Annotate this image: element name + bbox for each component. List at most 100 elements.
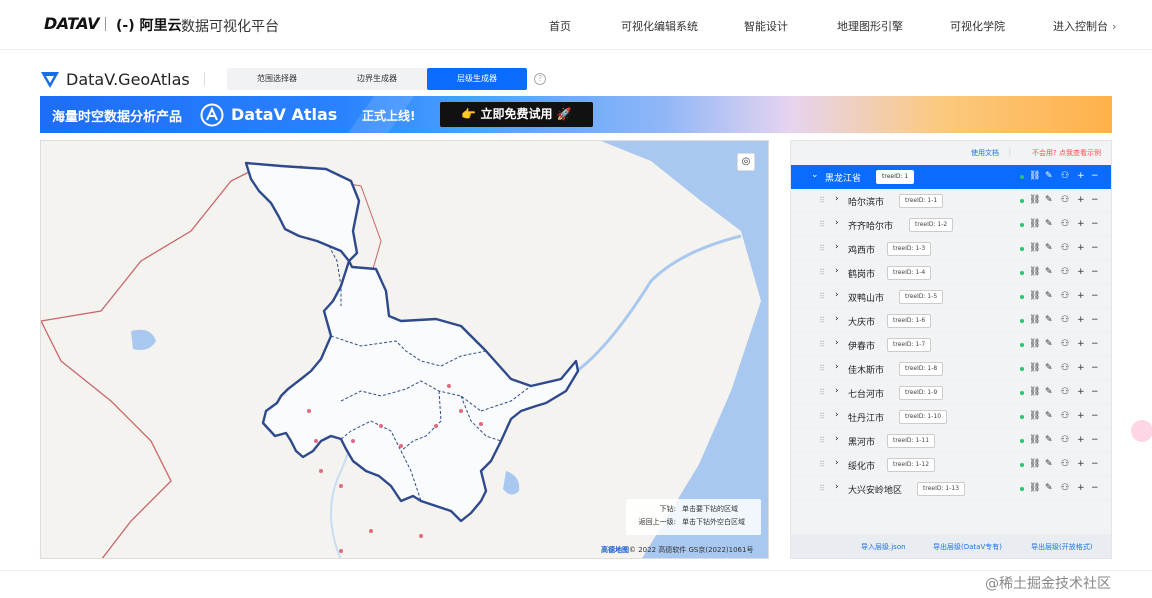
add-icon[interactable]: + — [1077, 411, 1085, 421]
nav-smart-design[interactable]: 智能设计 — [744, 18, 788, 34]
unlink-icon[interactable]: ⛓ — [1029, 243, 1040, 253]
chevron-right-icon[interactable]: › — [835, 482, 839, 492]
tab-boundary-generator[interactable]: 边界生成器 — [327, 68, 427, 90]
hierarchy-icon[interactable]: ⚇ — [1061, 195, 1069, 205]
chevron-right-icon[interactable]: › — [835, 314, 839, 324]
demo-link[interactable]: 不会用? 点我查看示例 — [1032, 148, 1101, 158]
hierarchy-icon[interactable]: ⚇ — [1061, 315, 1069, 325]
hierarchy-icon[interactable]: ⚇ — [1061, 483, 1069, 493]
unlink-icon[interactable]: ⛓ — [1029, 459, 1040, 469]
nav-console[interactable]: 进入控制台 › — [1053, 18, 1116, 34]
free-trial-button[interactable]: 👉 立即免费试用 🚀 — [440, 102, 593, 127]
remove-icon[interactable]: − — [1091, 291, 1099, 301]
hierarchy-icon[interactable]: ⚇ — [1061, 339, 1069, 349]
edit-icon[interactable]: ✎ — [1045, 315, 1053, 325]
hierarchy-icon[interactable]: ⚇ — [1061, 459, 1069, 469]
nav-visual-editor[interactable]: 可视化编辑系统 — [621, 18, 698, 34]
tree-row[interactable]: ⠿ › 鸡西市 treeID: 1-3 ⛓ ✎ ⚇ + − — [791, 237, 1111, 261]
chevron-down-icon[interactable]: ⌄ — [811, 170, 819, 180]
unlink-icon[interactable]: ⛓ — [1029, 387, 1040, 397]
docs-link[interactable]: 使用文档 — [971, 148, 999, 158]
chevron-right-icon[interactable]: › — [835, 290, 839, 300]
unlink-icon[interactable]: ⛓ — [1029, 315, 1040, 325]
add-icon[interactable]: + — [1077, 459, 1085, 469]
edit-icon[interactable]: ✎ — [1045, 267, 1053, 277]
drag-handle-icon[interactable]: ⠿ — [819, 484, 825, 493]
chevron-right-icon[interactable]: › — [835, 362, 839, 372]
unlink-icon[interactable]: ⛓ — [1029, 291, 1040, 301]
unlink-icon[interactable]: ⛓ — [1029, 339, 1040, 349]
add-icon[interactable]: + — [1077, 195, 1085, 205]
add-icon[interactable]: + — [1077, 483, 1085, 493]
remove-icon[interactable]: − — [1091, 387, 1099, 397]
edit-icon[interactable]: ✎ — [1045, 243, 1053, 253]
drag-handle-icon[interactable]: ⠿ — [819, 292, 825, 301]
datav-logo[interactable]: DATAV — [44, 14, 99, 33]
remove-icon[interactable]: − — [1091, 339, 1099, 349]
chevron-right-icon[interactable]: › — [835, 242, 839, 252]
tree-row[interactable]: ⠿ › 大兴安岭地区 treeID: 1-13 ⛓ ✎ ⚇ + − — [791, 477, 1111, 501]
add-icon[interactable]: + — [1077, 243, 1085, 253]
remove-icon[interactable]: − — [1091, 195, 1099, 205]
import-json-link[interactable]: 导入层级.json — [861, 542, 906, 552]
tree-row[interactable]: ⠿ › 鹤岗市 treeID: 1-4 ⛓ ✎ ⚇ + − — [791, 261, 1111, 285]
drag-handle-icon[interactable]: ⠿ — [819, 460, 825, 469]
chevron-right-icon[interactable]: › — [835, 338, 839, 348]
hierarchy-icon[interactable]: ⚇ — [1061, 387, 1069, 397]
add-icon[interactable]: + — [1077, 171, 1085, 181]
promo-banner[interactable]: 海量时空数据分析产品 DataV Atlas 正式上线! 👉 立即免费试用 🚀 — [40, 96, 1112, 133]
drag-handle-icon[interactable]: ⠿ — [819, 220, 825, 229]
add-icon[interactable]: + — [1077, 267, 1085, 277]
edit-icon[interactable]: ✎ — [1045, 387, 1053, 397]
edit-icon[interactable]: ✎ — [1045, 411, 1053, 421]
remove-icon[interactable]: − — [1091, 411, 1099, 421]
hierarchy-icon[interactable]: ⚇ — [1061, 411, 1069, 421]
map-canvas[interactable]: ◎ 下钻: 单击要下钻的区域 返回上一级: 单击下钻外空白区域 高德地图© 2022… — [40, 140, 769, 559]
edit-icon[interactable]: ✎ — [1045, 459, 1053, 469]
edit-icon[interactable]: ✎ — [1045, 483, 1053, 493]
remove-icon[interactable]: − — [1091, 363, 1099, 373]
edit-icon[interactable]: ✎ — [1045, 195, 1053, 205]
edit-icon[interactable]: ✎ — [1045, 219, 1053, 229]
hierarchy-icon[interactable]: ⚇ — [1061, 219, 1069, 229]
nav-academy[interactable]: 可视化学院 — [950, 18, 1005, 34]
export-open-link[interactable]: 导出层级(开放格式) — [1031, 542, 1092, 552]
tree-row[interactable]: ⠿ › 黑河市 treeID: 1-11 ⛓ ✎ ⚇ + − — [791, 429, 1111, 453]
tree-row[interactable]: ⠿ › 大庆市 treeID: 1-6 ⛓ ✎ ⚇ + − — [791, 309, 1111, 333]
export-datav-link[interactable]: 导出层级(DataV专有) — [933, 542, 1002, 552]
nav-home[interactable]: 首页 — [549, 18, 571, 34]
help-icon[interactable]: ? — [534, 73, 546, 85]
remove-icon[interactable]: − — [1091, 267, 1099, 277]
remove-icon[interactable]: − — [1091, 219, 1099, 229]
tree-row[interactable]: ⠿ › 哈尔滨市 treeID: 1-1 ⛓ ✎ ⚇ + − — [791, 189, 1111, 213]
remove-icon[interactable]: − — [1091, 315, 1099, 325]
unlink-icon[interactable]: ⛓ — [1029, 219, 1040, 229]
unlink-icon[interactable]: ⛓ — [1029, 267, 1040, 277]
chevron-right-icon[interactable]: › — [835, 194, 839, 204]
unlink-icon[interactable]: ⛓ — [1029, 483, 1040, 493]
chevron-right-icon[interactable]: › — [835, 266, 839, 276]
unlink-icon[interactable]: ⛓ — [1029, 195, 1040, 205]
drag-handle-icon[interactable]: ⠿ — [819, 364, 825, 373]
hierarchy-icon[interactable]: ⚇ — [1061, 435, 1069, 445]
aliyun-logo[interactable]: (-) 阿里云 — [116, 15, 181, 35]
heilongjiang-boundary[interactable] — [244, 161, 580, 523]
tree-row[interactable]: ⠿ › 伊春市 treeID: 1-7 ⛓ ✎ ⚇ + − — [791, 333, 1111, 357]
drag-handle-icon[interactable]: ⠿ — [819, 340, 825, 349]
add-icon[interactable]: + — [1077, 291, 1085, 301]
drag-handle-icon[interactable]: ⠿ — [819, 436, 825, 445]
unlink-icon[interactable]: ⛓ — [1029, 363, 1040, 373]
add-icon[interactable]: + — [1077, 435, 1085, 445]
edit-icon[interactable]: ✎ — [1045, 435, 1053, 445]
tree-row[interactable]: ⠿ › 齐齐哈尔市 treeID: 1-2 ⛓ ✎ ⚇ + − — [791, 213, 1111, 237]
tree-row[interactable]: ⠿ › 绥化市 treeID: 1-12 ⛓ ✎ ⚇ + − — [791, 453, 1111, 477]
tab-range-selector[interactable]: 范围选择器 — [227, 68, 327, 90]
remove-icon[interactable]: − — [1091, 459, 1099, 469]
add-icon[interactable]: + — [1077, 339, 1085, 349]
chevron-right-icon[interactable]: › — [835, 458, 839, 468]
remove-icon[interactable]: − — [1091, 171, 1099, 181]
drag-handle-icon[interactable]: ⠿ — [819, 244, 825, 253]
tree-row[interactable]: ⠿ › 牡丹江市 treeID: 1-10 ⛓ ✎ ⚇ + − — [791, 405, 1111, 429]
chevron-right-icon[interactable]: › — [835, 410, 839, 420]
edit-icon[interactable]: ✎ — [1045, 339, 1053, 349]
